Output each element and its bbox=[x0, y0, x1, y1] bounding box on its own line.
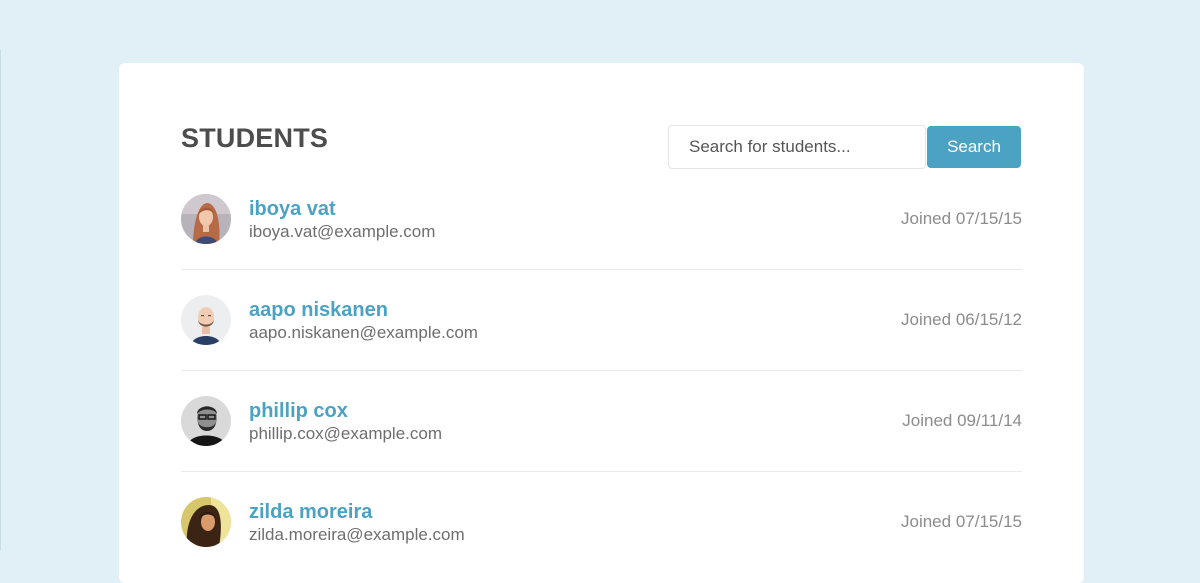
student-email: zilda.moreira@example.com bbox=[249, 525, 465, 544]
student-email: aapo.niskanen@example.com bbox=[249, 323, 478, 342]
student-row: iboya vat iboya.vat@example.com Joined 0… bbox=[181, 169, 1022, 270]
student-name-link[interactable]: iboya vat bbox=[249, 198, 336, 221]
bald-bearded-man-avatar-icon bbox=[181, 295, 231, 345]
student-name-link[interactable]: zilda moreira bbox=[249, 501, 372, 524]
student-name-link[interactable]: phillip cox bbox=[249, 400, 348, 423]
students-card: STUDENTS Search iboya vat iboya.vat@exam… bbox=[119, 63, 1084, 583]
joined-date: Joined 07/15/15 bbox=[901, 209, 1022, 228]
student-row: aapo niskanen aapo.niskanen@example.com … bbox=[181, 270, 1022, 371]
page-title: STUDENTS bbox=[181, 123, 329, 153]
student-name-link[interactable]: aapo niskanen bbox=[249, 299, 388, 322]
woman-red-hair-avatar-icon bbox=[181, 194, 231, 244]
search-button[interactable]: Search bbox=[927, 126, 1021, 168]
student-email: phillip.cox@example.com bbox=[249, 424, 443, 443]
student-row: zilda moreira zilda.moreira@example.com … bbox=[181, 472, 1022, 572]
woman-long-hair-avatar-icon bbox=[181, 497, 231, 547]
student-email: iboya.vat@example.com bbox=[249, 222, 436, 241]
search-input[interactable] bbox=[668, 125, 926, 169]
student-list: iboya vat iboya.vat@example.com Joined 0… bbox=[181, 169, 1022, 572]
joined-date: Joined 06/15/12 bbox=[901, 310, 1022, 329]
bearded-man-glasses-avatar-icon bbox=[181, 396, 231, 446]
joined-date: Joined 07/15/15 bbox=[901, 512, 1022, 531]
student-row: phillip cox phillip.cox@example.com Join… bbox=[181, 371, 1022, 472]
page-edge-divider bbox=[0, 50, 1, 550]
joined-date: Joined 09/11/14 bbox=[902, 411, 1022, 430]
